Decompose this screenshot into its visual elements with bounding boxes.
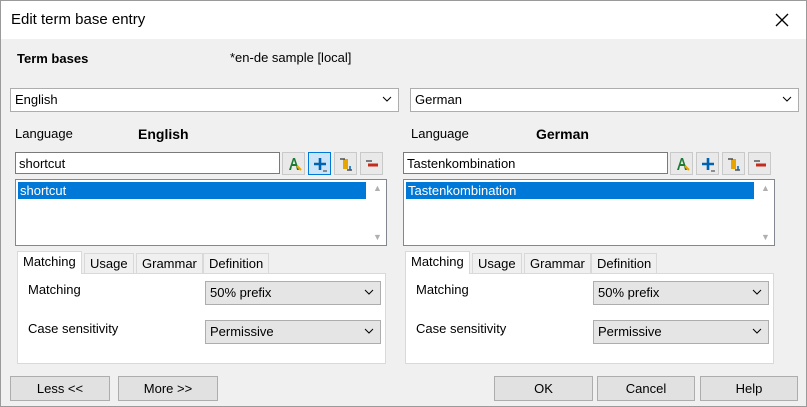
close-icon <box>775 13 789 27</box>
target-matching-panel: Matching 50% prefix Case sensitivity Per… <box>405 273 774 364</box>
target-edit-term-button[interactable] <box>722 152 745 175</box>
edit-term-icon <box>339 157 352 171</box>
chevron-down-icon <box>364 328 374 334</box>
scroll-down-icon[interactable]: ▼ <box>373 232 382 242</box>
edit-term-icon <box>727 157 740 171</box>
source-delete-term-button[interactable] <box>360 152 383 175</box>
source-language-select[interactable]: English <box>10 88 399 112</box>
chevron-down-icon <box>752 328 762 334</box>
source-tabs: Matching Usage Grammar Definition <box>17 251 387 274</box>
termbases-label: Term bases <box>17 51 89 66</box>
matching-label: Matching <box>28 282 81 297</box>
title-bar: Edit term base entry <box>1 1 806 39</box>
matching-label: Matching <box>416 282 469 297</box>
case-sensitivity-select[interactable]: Permissive <box>593 320 769 344</box>
source-format-button[interactable] <box>282 152 305 175</box>
tab-matching[interactable]: Matching <box>405 251 470 274</box>
target-format-button[interactable] <box>670 152 693 175</box>
target-terms-list[interactable]: Tastenkombination ▲ ▼ <box>403 179 775 246</box>
dialog-title: Edit term base entry <box>11 11 146 28</box>
more-button[interactable]: More >> <box>118 376 218 401</box>
source-matching-panel: Matching 50% prefix Case sensitivity Per… <box>17 273 386 364</box>
tab-definition[interactable]: Definition <box>591 253 658 273</box>
tab-usage[interactable]: Usage <box>84 253 134 273</box>
ok-button[interactable]: OK <box>494 376 593 401</box>
case-sensitivity-label: Case sensitivity <box>416 321 507 336</box>
list-item[interactable]: shortcut <box>18 182 366 199</box>
target-language-select[interactable]: German <box>410 88 799 112</box>
tab-usage[interactable]: Usage <box>472 253 522 273</box>
source-language-value: English <box>138 126 189 142</box>
help-button[interactable]: Help <box>700 376 798 401</box>
delete-term-icon <box>753 159 766 166</box>
source-language-select-value: English <box>15 92 58 107</box>
tab-definition[interactable]: Definition <box>203 253 270 273</box>
source-terms-list[interactable]: shortcut ▲ ▼ <box>15 179 387 246</box>
source-add-term-button[interactable] <box>308 152 331 175</box>
target-language-value: German <box>536 126 589 142</box>
target-delete-term-button[interactable] <box>748 152 771 175</box>
matching-select[interactable]: 50% prefix <box>593 281 769 305</box>
target-language-select-value: German <box>415 92 462 107</box>
chevron-down-icon <box>782 96 792 102</box>
case-sensitivity-select-value: Permissive <box>210 324 274 339</box>
matching-select[interactable]: 50% prefix <box>205 281 381 305</box>
tab-matching[interactable]: Matching <box>17 251 82 274</box>
scrollbar[interactable]: ▲ ▼ <box>369 180 386 245</box>
text-format-icon <box>676 157 690 171</box>
case-sensitivity-select[interactable]: Permissive <box>205 320 381 344</box>
source-language-label: Language <box>15 126 73 141</box>
source-edit-term-button[interactable] <box>334 152 357 175</box>
less-button[interactable]: Less << <box>10 376 110 401</box>
matching-select-value: 50% prefix <box>210 285 272 300</box>
case-sensitivity-label: Case sensitivity <box>28 321 119 336</box>
source-term-input[interactable] <box>15 152 280 174</box>
target-language-label: Language <box>411 126 469 141</box>
add-term-icon <box>313 157 327 171</box>
scroll-down-icon[interactable]: ▼ <box>761 232 770 242</box>
chevron-down-icon <box>382 96 392 102</box>
cancel-button[interactable]: Cancel <box>597 376 695 401</box>
target-tabs: Matching Usage Grammar Definition <box>405 251 775 274</box>
case-sensitivity-select-value: Permissive <box>598 324 662 339</box>
chevron-down-icon <box>364 289 374 295</box>
text-format-icon <box>288 157 302 171</box>
termbases-value: *en-de sample [local] <box>230 50 352 65</box>
edit-termbase-dialog: Edit term base entry Term bases *en-de s… <box>0 0 807 407</box>
delete-term-icon <box>365 159 378 166</box>
target-add-term-button[interactable] <box>696 152 719 175</box>
tab-grammar[interactable]: Grammar <box>524 253 591 273</box>
scroll-up-icon[interactable]: ▲ <box>373 183 382 193</box>
close-button[interactable] <box>768 7 796 33</box>
add-term-icon <box>701 157 715 171</box>
target-term-input[interactable] <box>403 152 668 174</box>
matching-select-value: 50% prefix <box>598 285 660 300</box>
scroll-up-icon[interactable]: ▲ <box>761 183 770 193</box>
chevron-down-icon <box>752 289 762 295</box>
tab-grammar[interactable]: Grammar <box>136 253 203 273</box>
scrollbar[interactable]: ▲ ▼ <box>757 180 774 245</box>
list-item[interactable]: Tastenkombination <box>406 182 754 199</box>
